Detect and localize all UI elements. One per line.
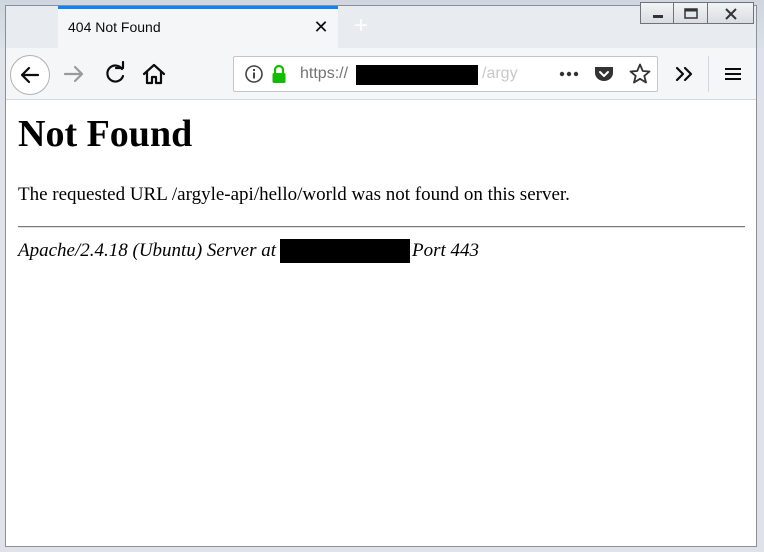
new-tab-button[interactable]: +	[349, 14, 373, 38]
tab-strip: 404 Not Found ✕ +	[6, 2, 756, 48]
menu-button[interactable]	[719, 60, 747, 88]
browser-window: 404 Not Found ✕ + https:// /argy Not Fou…	[5, 2, 757, 547]
reload-icon	[106, 60, 125, 83]
maximize-icon	[684, 8, 698, 19]
tab-active[interactable]: 404 Not Found ✕	[58, 6, 338, 48]
close-window-button[interactable]	[708, 2, 754, 24]
arrow-right-icon	[63, 65, 84, 83]
maximize-button[interactable]	[674, 2, 708, 24]
url-path: /argy	[482, 65, 518, 82]
close-icon	[725, 8, 737, 20]
window-controls	[640, 2, 754, 24]
pocket-icon[interactable]	[592, 62, 616, 86]
lock-icon[interactable]	[269, 64, 289, 84]
server-signature-prefix: Apache/2.4.18 (Ubuntu) Server at	[18, 240, 277, 261]
arrow-left-icon	[20, 66, 40, 84]
page-content: Not Found The requested URL /argyle-api/…	[6, 100, 756, 546]
url-bar[interactable]: https:// /argy	[233, 56, 658, 92]
home-icon	[142, 63, 166, 85]
reload-button[interactable]	[101, 60, 129, 88]
divider	[18, 226, 745, 228]
tab-title: 404 Not Found	[68, 19, 161, 35]
hamburger-icon	[725, 68, 741, 80]
info-icon[interactable]	[244, 64, 264, 84]
server-host-redacted	[280, 239, 411, 263]
server-signature-port: Port 443	[412, 240, 480, 261]
forward-button[interactable]	[60, 60, 88, 88]
double-chevron-icon	[675, 66, 693, 82]
toolbar-separator	[708, 56, 709, 92]
overflow-button[interactable]	[671, 60, 699, 88]
page-title: Not Found	[18, 113, 193, 155]
nav-toolbar: https:// /argy	[6, 48, 756, 100]
ellipsis-icon[interactable]	[557, 62, 581, 86]
server-signature: Apache/2.4.18 (Ubuntu) Server at Port 44…	[18, 239, 479, 263]
star-icon[interactable]	[628, 62, 652, 86]
url-host-redacted	[356, 65, 478, 85]
tab-close-button[interactable]: ✕	[312, 18, 330, 36]
home-button[interactable]	[140, 60, 168, 88]
error-message: The requested URL /argyle-api/hello/worl…	[18, 184, 570, 205]
minimize-icon	[653, 15, 663, 18]
minimize-button[interactable]	[640, 2, 674, 24]
back-button[interactable]	[10, 55, 50, 95]
